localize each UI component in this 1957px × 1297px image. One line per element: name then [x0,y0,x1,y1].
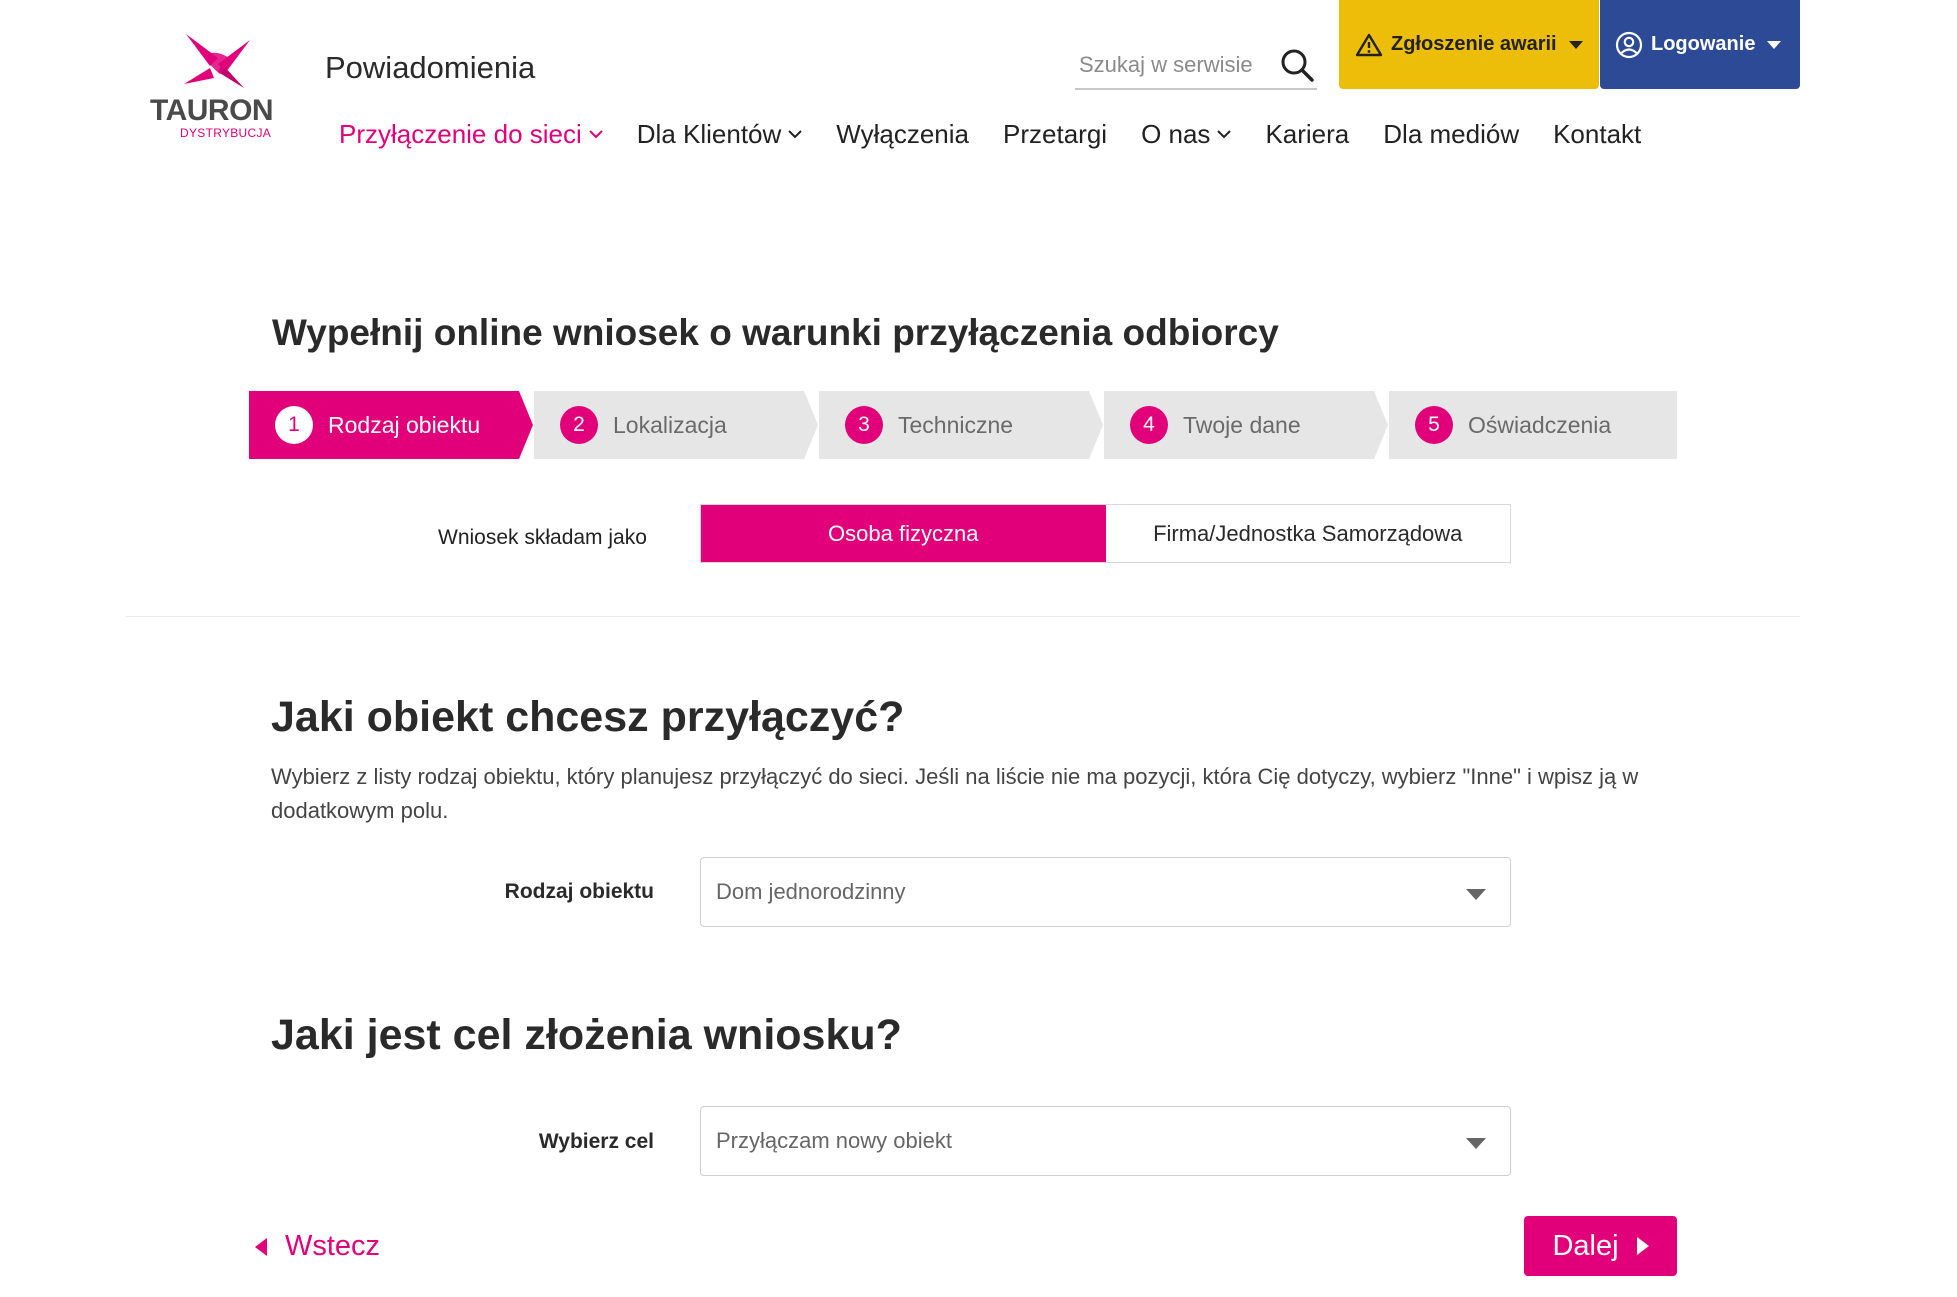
next-button[interactable]: Dalej [1524,1216,1677,1276]
nav-item-outages[interactable]: Wyłączenia [836,119,969,150]
nav-item-about[interactable]: O nas [1141,118,1232,150]
step-technical[interactable]: 3 Techniczne [819,391,1103,459]
nav-item-clients[interactable]: Dla Klientów [637,119,803,150]
dropdown-arrow-icon [1466,889,1486,900]
login-label: Logowanie [1651,33,1756,55]
outage-report-button[interactable]: Zgłoszenie awarii [1339,0,1599,89]
step-number: 3 [845,406,883,444]
step-number: 5 [1415,406,1453,444]
stepper: 1 Rodzaj obiektu 2 Lokalizacja 3 Technic… [249,391,1677,459]
login-button[interactable]: Logowanie [1600,0,1800,89]
applicant-type-toggle: Osoba fizyczna Firma/Jednostka Samorządo… [700,504,1511,563]
user-icon [1615,31,1643,58]
section-divider [126,616,1800,617]
step-object-type[interactable]: 1 Rodzaj obiektu [249,391,533,459]
applicant-person-option[interactable]: Osoba fizyczna [701,505,1106,562]
back-label: Wstecz [285,1230,381,1262]
purpose-section-heading: Jaki jest cel złożenia wniosku? [271,1011,902,1059]
step-location[interactable]: 2 Lokalizacja [534,391,818,459]
search-box [1075,44,1317,90]
nav-item-label: Dla Klientów [636,118,782,149]
purpose-label: Wybierz cel [538,1130,654,1153]
step-label: Oświadczenia [1468,411,1612,438]
nav-item-connection[interactable]: Przyłączenie do sieci [339,119,603,150]
chevron-down-icon [1217,130,1232,139]
page-title: Wypełnij online wniosek o warunki przyłą… [272,312,1279,353]
nav-item-contact[interactable]: Kontakt [1553,119,1641,150]
nav-item-tenders[interactable]: Przetargi [1003,119,1107,150]
step-number: 4 [1130,406,1168,444]
step-label: Rodzaj obiektu [328,411,481,438]
nav-item-label: Dla mediów [1383,118,1520,149]
warning-icon [1355,33,1383,56]
logo-subtext: DYSTRYBUCJA [180,126,272,140]
step-label: Lokalizacja [613,411,727,438]
step-label: Techniczne [898,411,1014,438]
notifications-link[interactable]: Powiadomienia [325,50,535,86]
search-button[interactable] [1277,46,1317,86]
step-label: Twoje dane [1183,411,1301,438]
object-type-value: Dom jednorodzinny [716,879,906,904]
purpose-select[interactable]: Przyłączam nowy obiekt [700,1106,1511,1176]
object-section-heading: Jaki obiekt chcesz przyłączyć? [271,693,905,741]
dropdown-arrow-icon [1466,1138,1486,1149]
arrow-left-icon [255,1237,267,1256]
object-type-label: Rodzaj obiektu [504,880,654,903]
outage-report-label: Zgłoszenie awarii [1391,33,1557,55]
nav-item-label: Przyłączenie do sieci [339,118,582,149]
purpose-value: Przyłączam nowy obiekt [716,1128,952,1153]
chevron-down-icon [788,130,803,139]
arrow-right-icon [1636,1237,1649,1255]
nav-item-media[interactable]: Dla mediów [1383,119,1519,150]
object-section-description: Wybierz z listy rodzaj obiektu, który pl… [271,764,1639,823]
nav-item-career[interactable]: Kariera [1265,119,1349,150]
applicant-type-label: Wniosek składam jako [438,526,647,549]
caret-down-icon [1568,40,1583,49]
step-number: 2 [560,406,598,444]
nav-item-label: Kariera [1265,118,1350,149]
nav-item-label: O nas [1141,118,1211,149]
logo-text: TAURON [150,94,274,127]
chevron-down-icon [589,130,603,139]
search-input[interactable] [1079,52,1259,78]
step-declarations[interactable]: 5 Oświadczenia [1389,391,1677,459]
search-icon [1281,49,1314,82]
nav-item-label: Wyłączenia [836,118,970,149]
caret-down-icon [1767,40,1782,49]
next-label: Dalej [1552,1229,1619,1262]
step-number: 1 [275,406,313,444]
applicant-company-option[interactable]: Firma/Jednostka Samorządowa [1105,505,1510,562]
nav-item-label: Przetargi [1003,118,1108,149]
object-type-select[interactable]: Dom jednorodzinny [700,857,1511,927]
nav-item-label: Kontakt [1553,118,1642,149]
main-nav: Przyłączenie do sieci Dla Klientów Wyłąc… [339,116,1675,152]
step-your-data[interactable]: 4 Twoje dane [1104,391,1388,459]
back-button[interactable]: Wstecz [255,1230,380,1263]
